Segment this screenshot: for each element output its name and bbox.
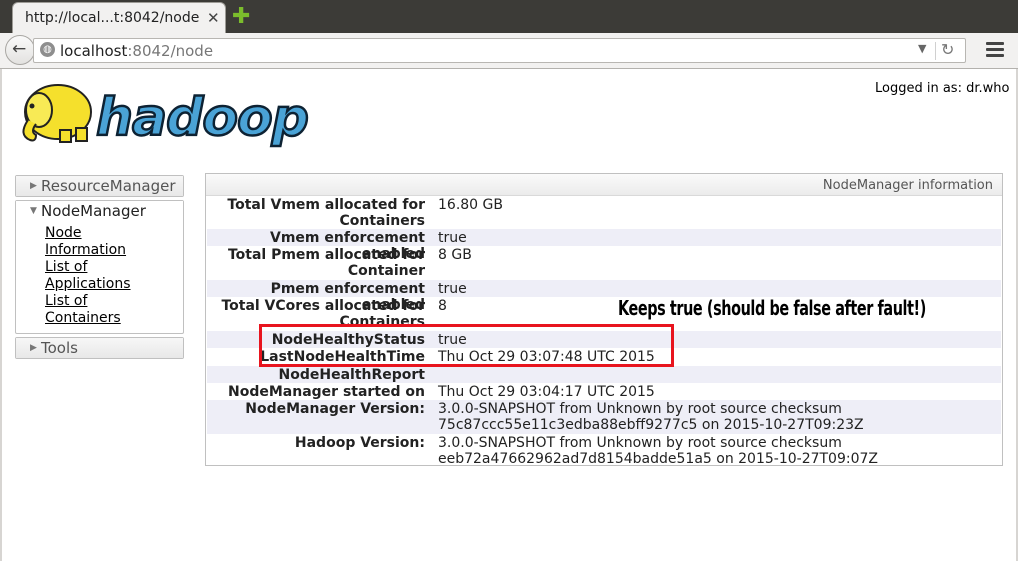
row-value: 8 bbox=[438, 298, 447, 314]
table-row: NodeManager started on Thu Oct 29 03:04:… bbox=[207, 383, 1001, 400]
chevron-down-icon[interactable]: ▼ bbox=[918, 42, 926, 55]
close-icon[interactable]: ✕ bbox=[207, 9, 220, 27]
table-row: Hadoop Version: 3.0.0-SNAPSHOT from Unkn… bbox=[207, 434, 1001, 468]
annotation-text: Keeps true (should be false after fault!… bbox=[618, 296, 926, 320]
hamburger-menu-icon[interactable] bbox=[986, 42, 1004, 60]
new-tab-icon[interactable]: ✚ bbox=[232, 4, 250, 29]
url-host: localhost bbox=[60, 42, 128, 60]
arrow-left-icon: ← bbox=[12, 39, 27, 59]
browser-tab-bar: http://local...t:8042/node ✕ ✚ bbox=[0, 0, 1018, 33]
row-key: NodeHealthReport bbox=[278, 367, 425, 383]
row-key: NodeManager started on bbox=[228, 384, 425, 400]
back-button[interactable]: ← bbox=[5, 35, 35, 65]
table-row: Vmem enforcement enabled true bbox=[207, 229, 1001, 262]
table-row: Total Pmem allocated for Container 8 GB bbox=[207, 246, 1001, 280]
row-value: 3.0.0-SNAPSHOT from Unknown by root sour… bbox=[438, 435, 878, 467]
chevron-right-icon: ▶ bbox=[30, 181, 37, 191]
logo-text: hadoop bbox=[96, 88, 308, 148]
url-text: localhost:8042/node bbox=[60, 42, 213, 60]
chevron-right-icon: ▶ bbox=[30, 343, 37, 353]
row-value: 3.0.0-SNAPSHOT from Unknown by root sour… bbox=[438, 401, 864, 433]
nav-section-nodemanager[interactable]: ▼ NodeManager Node Information List of A… bbox=[15, 200, 184, 334]
elephant-icon bbox=[22, 84, 92, 143]
url-path: :8042/node bbox=[127, 42, 214, 60]
row-value: 16.80 GB bbox=[438, 197, 503, 213]
nav-section-resourcemanager[interactable]: ▶ ResourceManager bbox=[15, 175, 184, 197]
table-header: NodeManager information bbox=[206, 174, 1002, 196]
nav-header-resourcemanager[interactable]: ▶ ResourceManager bbox=[16, 176, 183, 196]
sidebar-nav: ▶ ResourceManager ▼ NodeManager Node Inf… bbox=[15, 175, 184, 362]
logged-in-text: Logged in as: dr.who bbox=[875, 81, 1010, 96]
row-value: true bbox=[438, 230, 467, 246]
window-border-left bbox=[0, 69, 2, 561]
nav-label: ResourceManager bbox=[41, 177, 176, 195]
row-key: Total Vmem allocated for Containers bbox=[227, 197, 425, 229]
table-row: Total Vmem allocated for Containers 16.80… bbox=[207, 196, 1001, 229]
nav-section-tools[interactable]: ▶ Tools bbox=[15, 337, 184, 359]
nav-label: Tools bbox=[41, 339, 78, 357]
link-node-information[interactable]: Information bbox=[45, 242, 183, 259]
nav-header-nodemanager[interactable]: ▼ NodeManager bbox=[16, 201, 183, 221]
row-value: Thu Oct 29 03:04:17 UTC 2015 bbox=[438, 384, 655, 400]
link-list-of-containers[interactable]: List of bbox=[45, 293, 183, 310]
url-bar[interactable]: ◍ localhost:8042/node ▼ ↻ bbox=[33, 38, 966, 63]
row-key: NodeManager Version: bbox=[245, 401, 425, 417]
highlight-box bbox=[259, 324, 674, 367]
row-value: 8 GB bbox=[438, 247, 472, 263]
link-node-information[interactable]: Node bbox=[45, 225, 183, 242]
row-value: true bbox=[438, 281, 467, 297]
nodemanager-links: Node Information List of Applications Li… bbox=[16, 221, 183, 333]
link-list-of-applications[interactable]: List of bbox=[45, 259, 183, 276]
nav-label: NodeManager bbox=[41, 202, 146, 220]
table-row: NodeManager Version: 3.0.0-SNAPSHOT from… bbox=[207, 400, 1001, 434]
chevron-down-icon: ▼ bbox=[30, 206, 37, 216]
link-list-of-containers[interactable]: Containers bbox=[45, 310, 183, 327]
row-key: Hadoop Version: bbox=[294, 435, 425, 451]
reload-icon[interactable]: ↻ bbox=[941, 40, 954, 59]
hadoop-logo[interactable]: hadoop bbox=[16, 80, 316, 150]
table-row: Pmem enforcement enabled true bbox=[207, 280, 1001, 313]
nav-header-tools[interactable]: ▶ Tools bbox=[16, 338, 183, 358]
table-row: NodeHealthReport bbox=[207, 366, 1001, 383]
row-key: Total Pmem allocated for Container bbox=[227, 247, 425, 279]
url-divider bbox=[935, 42, 936, 60]
browser-nav-bar: ← ◍ localhost:8042/node ▼ ↻ bbox=[0, 33, 1018, 69]
link-list-of-applications[interactable]: Applications bbox=[45, 276, 183, 293]
globe-icon: ◍ bbox=[40, 42, 55, 57]
tab-title: http://local...t:8042/node bbox=[25, 10, 200, 26]
browser-tab[interactable]: http://local...t:8042/node ✕ bbox=[12, 2, 226, 33]
